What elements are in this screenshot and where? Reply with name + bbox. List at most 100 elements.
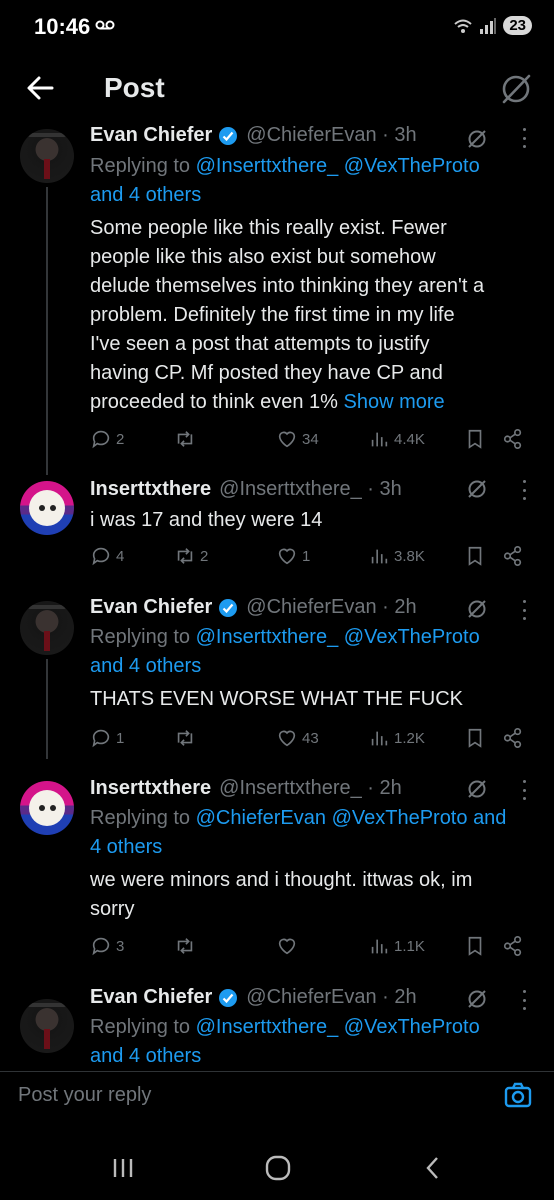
action-bar: 1 43 1.2K bbox=[90, 727, 530, 751]
bookmark-icon[interactable] bbox=[464, 727, 486, 749]
grok-icon[interactable] bbox=[466, 778, 488, 800]
views-icon bbox=[371, 432, 388, 447]
views-button[interactable]: 3.8K bbox=[368, 545, 425, 567]
grok-icon[interactable] bbox=[466, 988, 488, 1010]
avatar[interactable] bbox=[20, 601, 74, 655]
display-name[interactable]: Evan Chiefer bbox=[90, 596, 212, 619]
replying-to: Replying to @Inserttxthere_ @VexTheProto… bbox=[90, 155, 480, 206]
display-name[interactable]: Evan Chiefer bbox=[90, 124, 212, 147]
share-icon[interactable] bbox=[502, 935, 524, 957]
heart-icon bbox=[278, 730, 296, 747]
show-more-link[interactable]: Show more bbox=[344, 391, 445, 413]
mention-link[interactable]: @Inserttxthere_ bbox=[196, 1016, 339, 1038]
others-link[interactable]: and 4 others bbox=[90, 655, 201, 677]
mention-link[interactable]: @Inserttxthere_ bbox=[196, 626, 339, 648]
avatar[interactable] bbox=[20, 129, 74, 183]
mention-link[interactable]: @ChieferEvan bbox=[196, 807, 326, 829]
heart-icon bbox=[278, 548, 296, 565]
voicemail-icon bbox=[95, 20, 115, 30]
replying-to: Replying to @Inserttxthere_ @VexTheProto… bbox=[90, 626, 480, 677]
grok-icon[interactable] bbox=[466, 128, 488, 150]
repost-icon bbox=[177, 431, 193, 447]
mention-link[interactable]: @VexTheProto bbox=[332, 807, 468, 829]
replying-to: Replying to @Inserttxthere_ @VexTheProto… bbox=[90, 1016, 480, 1067]
more-options-icon[interactable] bbox=[521, 480, 527, 500]
views-button[interactable]: 4.4K bbox=[368, 428, 425, 450]
nav-back-icon[interactable] bbox=[422, 1155, 444, 1181]
like-button[interactable]: 1 bbox=[276, 545, 310, 567]
more-options-icon[interactable] bbox=[521, 128, 527, 148]
others-link[interactable]: and 4 others bbox=[90, 1045, 201, 1067]
post-header: Inserttxthere @Inserttxthere_ · 3h bbox=[90, 478, 402, 501]
post[interactable]: Evan Chiefer @ChieferEvan · 2h Replying … bbox=[0, 590, 554, 760]
repost-button[interactable] bbox=[174, 428, 200, 450]
page-title: Post bbox=[104, 72, 165, 103]
signal-icon bbox=[480, 17, 497, 34]
repost-button[interactable]: 2 bbox=[174, 545, 208, 567]
like-button[interactable]: 43 bbox=[276, 727, 319, 749]
back-arrow-icon[interactable] bbox=[24, 72, 56, 104]
others-link[interactable]: and 4 others bbox=[90, 184, 201, 206]
reply-button[interactable]: 1 bbox=[90, 727, 124, 749]
post[interactable]: Inserttxthere @Inserttxthere_ · 2h Reply… bbox=[0, 770, 554, 970]
display-name[interactable]: Evan Chiefer bbox=[90, 986, 212, 1009]
reply-input[interactable]: Post your reply bbox=[18, 1084, 151, 1107]
handle-time: @Inserttxthere_ · 3h bbox=[219, 478, 402, 500]
reply-button[interactable]: 2 bbox=[90, 428, 124, 450]
grok-icon[interactable] bbox=[466, 478, 488, 500]
views-icon bbox=[371, 549, 388, 564]
handle-time: @ChieferEvan · 2h bbox=[246, 596, 417, 618]
post-text: we were minors and i thought. ittwas ok,… bbox=[90, 869, 473, 920]
thread-line bbox=[46, 659, 48, 759]
avatar[interactable] bbox=[20, 481, 74, 535]
verified-badge-icon bbox=[219, 988, 238, 1007]
mention-link[interactable]: @VexTheProto bbox=[344, 155, 480, 177]
grok-icon[interactable] bbox=[466, 598, 488, 620]
views-button[interactable]: 1.1K bbox=[368, 935, 425, 957]
repost-icon bbox=[177, 730, 193, 746]
others-link[interactable]: 4 others bbox=[90, 836, 162, 858]
grok-icon[interactable] bbox=[498, 71, 534, 107]
mention-link[interactable]: @VexTheProto bbox=[344, 626, 480, 648]
more-options-icon[interactable] bbox=[521, 780, 527, 800]
avatar[interactable] bbox=[20, 999, 74, 1053]
share-icon[interactable] bbox=[502, 727, 524, 749]
repost-icon bbox=[177, 548, 193, 564]
home-icon[interactable] bbox=[264, 1155, 292, 1181]
verified-badge-icon bbox=[219, 598, 238, 617]
action-bar: 2 34 4.4K bbox=[90, 428, 530, 452]
post[interactable]: Evan Chiefer @ChieferEvan · 2h Replying … bbox=[0, 980, 554, 1070]
handle-time: @ChieferEvan · 2h bbox=[246, 986, 417, 1008]
like-button[interactable] bbox=[276, 935, 302, 957]
mention-link[interactable]: @VexTheProto bbox=[344, 1016, 480, 1038]
reply-button[interactable]: 3 bbox=[90, 935, 124, 957]
mention-link[interactable]: @Inserttxthere_ bbox=[196, 155, 339, 177]
post-header: Inserttxthere @Inserttxthere_ · 2h bbox=[90, 777, 402, 800]
more-options-icon[interactable] bbox=[521, 990, 527, 1010]
repost-button[interactable] bbox=[174, 727, 200, 749]
post-text: THATS EVEN WORSE WHAT THE FUCK bbox=[90, 688, 463, 710]
views-button[interactable]: 1.2K bbox=[368, 727, 425, 749]
recent-apps-icon[interactable] bbox=[110, 1155, 136, 1181]
others-link[interactable]: and bbox=[473, 807, 506, 829]
action-bar: 4 2 1 3.8K bbox=[90, 545, 530, 569]
more-options-icon[interactable] bbox=[521, 600, 527, 620]
post[interactable]: Inserttxthere @Inserttxthere_ · 3h i was… bbox=[0, 470, 554, 585]
share-icon[interactable] bbox=[502, 428, 524, 450]
like-button[interactable]: 34 bbox=[276, 428, 319, 450]
repost-icon bbox=[177, 938, 193, 954]
camera-icon[interactable] bbox=[503, 1080, 533, 1110]
reply-button[interactable]: 4 bbox=[90, 545, 124, 567]
post[interactable]: Evan Chiefer @ChieferEvan · 3h Replying … bbox=[0, 120, 554, 475]
bookmark-icon[interactable] bbox=[464, 428, 486, 450]
bookmark-icon[interactable] bbox=[464, 545, 486, 567]
display-name[interactable]: Inserttxthere bbox=[90, 478, 211, 501]
repost-button[interactable] bbox=[174, 935, 200, 957]
post-text: Some people like this really exist. Fewe… bbox=[90, 217, 485, 413]
share-icon[interactable] bbox=[502, 545, 524, 567]
thread-line bbox=[46, 187, 48, 475]
avatar[interactable] bbox=[20, 781, 74, 835]
bookmark-icon[interactable] bbox=[464, 935, 486, 957]
reply-icon bbox=[92, 547, 110, 566]
display-name[interactable]: Inserttxthere bbox=[90, 777, 211, 800]
